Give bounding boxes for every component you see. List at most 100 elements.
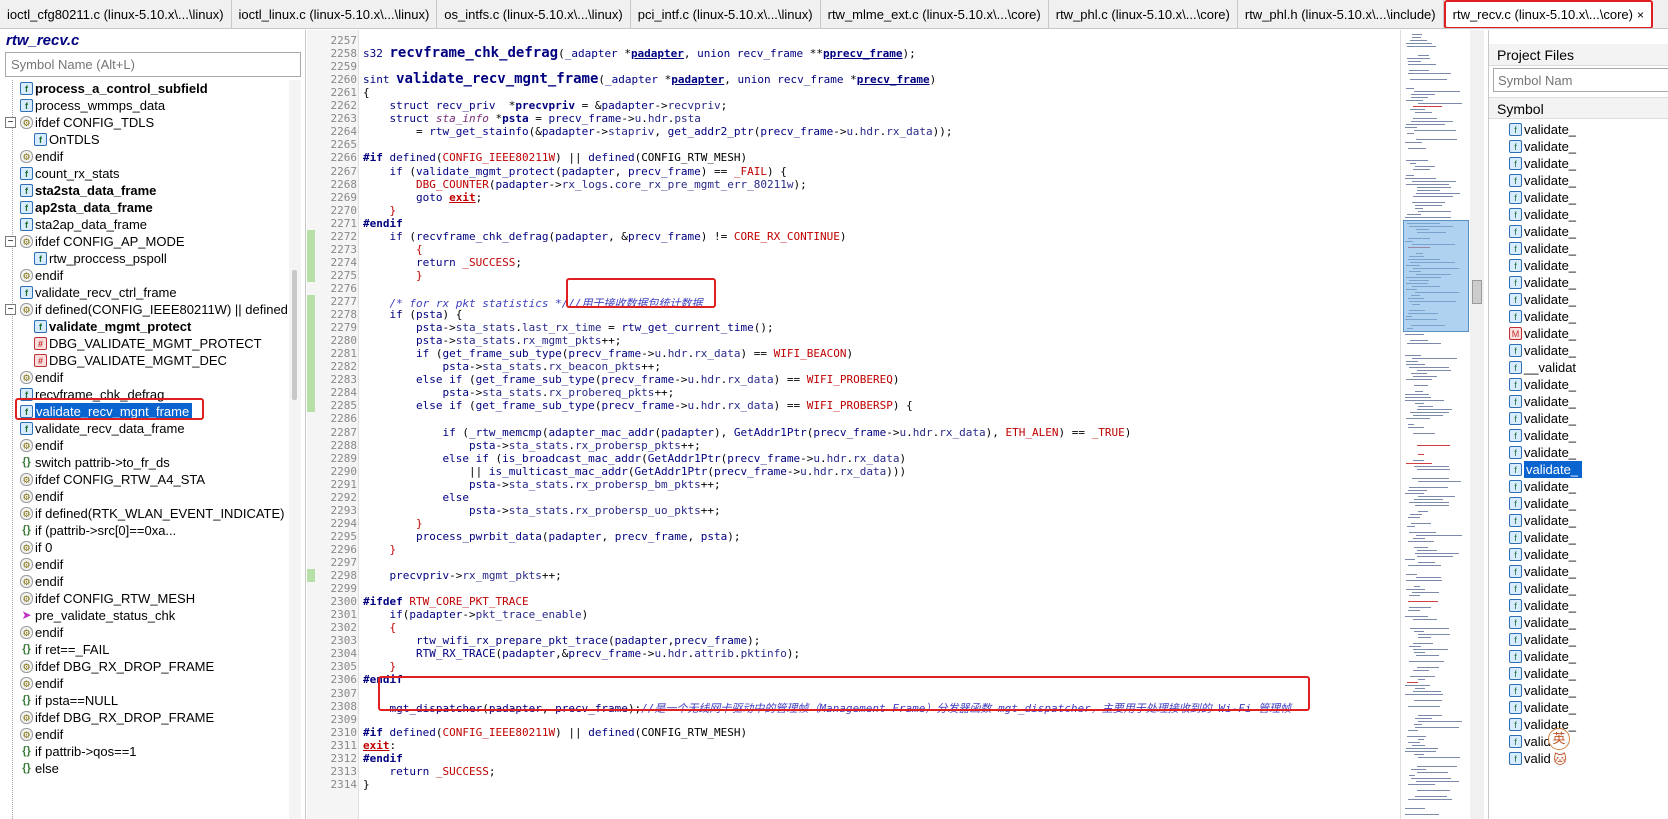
- symbol-item[interactable]: ⚙ endif: [0, 369, 288, 386]
- project-files-title[interactable]: Project Files: [1489, 44, 1668, 66]
- code-line[interactable]: }: [363, 660, 397, 673]
- symbol-search-input[interactable]: [5, 52, 301, 77]
- symbol-item[interactable]: {} if ret==_FAIL: [0, 641, 288, 658]
- project-symbol-item[interactable]: f validate_: [1489, 223, 1668, 240]
- project-symbol-item[interactable]: f valid: [1489, 750, 1668, 767]
- project-symbol-item[interactable]: f valid: [1489, 733, 1668, 750]
- minimap-scrollbar[interactable]: [1470, 30, 1484, 819]
- symbol-item[interactable]: ⚙if defined(RTK_WLAN_EVENT_INDICATE) && …: [0, 505, 288, 522]
- collapse-toggle-icon[interactable]: −: [5, 236, 16, 247]
- project-symbol-item[interactable]: f validate_: [1489, 699, 1668, 716]
- symbol-item[interactable]: f recvframe_chk_defrag: [0, 386, 288, 403]
- code-line[interactable]: goto exit;: [363, 191, 482, 204]
- code-line[interactable]: return _SUCCESS;: [363, 256, 522, 269]
- code-line[interactable]: else: [363, 491, 469, 504]
- code-line[interactable]: DBG_COUNTER(padapter->rx_logs.core_rx_pr…: [363, 178, 807, 191]
- code-line[interactable]: rtw_wifi_rx_prepare_pkt_trace(padapter,p…: [363, 634, 760, 647]
- symbol-item[interactable]: {} switch pattrib->to_fr_ds: [0, 454, 288, 471]
- tab-4[interactable]: rtw_mlme_ext.c (linux-5.10.x\...\core): [821, 0, 1049, 28]
- symbol-item[interactable]: ⚙ endif: [0, 488, 288, 505]
- symbol-item[interactable]: ⚙ endif: [0, 573, 288, 590]
- project-symbol-item[interactable]: f validate_: [1489, 342, 1668, 359]
- code-line[interactable]: mgt_dispatcher(padapter, precv_frame);//…: [363, 700, 1292, 716]
- symbol-item[interactable]: f validate_mgmt_protect: [0, 318, 288, 335]
- code-line[interactable]: psta->sta_stats.rx_mgmt_pkts++;: [363, 334, 621, 347]
- code-line[interactable]: precvpriv->rx_mgmt_pkts++;: [363, 569, 562, 582]
- symbol-item[interactable]: ⚙ if 0: [0, 539, 288, 556]
- code-line[interactable]: = rtw_get_stainfo(&padapter->stapriv, ge…: [363, 125, 953, 138]
- code-line[interactable]: if (get_frame_sub_type(precv_frame->u.hd…: [363, 347, 853, 360]
- symbol-item[interactable]: ⚙ endif: [0, 148, 288, 165]
- code-line[interactable]: psta->sta_stats.rx_probereq_pkts++;: [363, 386, 674, 399]
- project-symbol-item[interactable]: f validate_: [1489, 410, 1668, 427]
- project-symbol-item[interactable]: f validate_: [1489, 189, 1668, 206]
- code-line[interactable]: psta->sta_stats.rx_beacon_pkts++;: [363, 360, 661, 373]
- symbol-item[interactable]: f sta2ap_data_frame: [0, 216, 288, 233]
- symbol-item[interactable]: ⚙ endif: [0, 624, 288, 641]
- symbol-column-header[interactable]: Symbol: [1489, 97, 1668, 119]
- code-minimap[interactable]: [1400, 30, 1470, 819]
- symbol-item[interactable]: ⚙ ifdef DBG_RX_DROP_FRAME: [0, 709, 288, 726]
- symbol-item[interactable]: f process_a_control_subfield: [0, 80, 288, 97]
- symbol-item[interactable]: f validate_recv_ctrl_frame: [0, 284, 288, 301]
- project-symbol-item[interactable]: f validate_: [1489, 444, 1668, 461]
- close-icon[interactable]: ×: [1637, 8, 1644, 22]
- project-symbol-item[interactable]: f validate_: [1489, 427, 1668, 444]
- code-line[interactable]: return _SUCCESS;: [363, 765, 496, 778]
- code-line[interactable]: if (validate_mgmt_protect(padapter, prec…: [363, 165, 787, 178]
- symbol-item[interactable]: f count_rx_stats: [0, 165, 288, 182]
- symbol-item[interactable]: {} if (pattrib->src[0]==0xa...: [0, 522, 288, 539]
- code-line[interactable]: || is_multicast_mac_addr(GetAddr1Ptr(pre…: [363, 465, 906, 478]
- project-symbol-item[interactable]: f validate_: [1489, 665, 1668, 682]
- collapse-toggle-icon[interactable]: −: [5, 117, 16, 128]
- project-symbol-search-input[interactable]: [1493, 68, 1668, 92]
- code-editor[interactable]: 2257 2258 2259 2260 2261 2262 2263 2264 2265 2266…: [307, 30, 1400, 819]
- code-line[interactable]: struct sta_info *psta = precv_frame->u.h…: [363, 112, 701, 125]
- code-line[interactable]: }: [363, 204, 397, 217]
- symbol-item[interactable]: f rtw_proccess_pspoll: [0, 250, 288, 267]
- code-line[interactable]: else if (get_frame_sub_type(precv_frame-…: [363, 399, 913, 412]
- code-line[interactable]: {: [363, 621, 397, 634]
- project-symbol-item[interactable]: f validate_: [1489, 172, 1668, 189]
- project-symbol-item[interactable]: f validate_: [1489, 512, 1668, 529]
- project-symbol-item[interactable]: f validate_: [1489, 716, 1668, 733]
- code-line[interactable]: }: [363, 543, 397, 556]
- code-line[interactable]: #endif: [363, 673, 403, 686]
- symbol-item[interactable]: ➤ pre_validate_status_chk: [0, 607, 288, 624]
- code-line[interactable]: else if (is_broadcast_mac_addr(GetAddr1P…: [363, 452, 906, 465]
- project-symbol-item[interactable]: f validate_: [1489, 240, 1668, 257]
- code-line[interactable]: #if defined(CONFIG_IEEE80211W) || define…: [363, 151, 747, 164]
- code-line[interactable]: }: [363, 517, 423, 530]
- code-line[interactable]: #endif: [363, 752, 403, 765]
- project-symbol-item[interactable]: f __validat: [1489, 359, 1668, 376]
- code-line[interactable]: if (recvframe_chk_defrag(padapter, &prec…: [363, 230, 847, 243]
- code-line[interactable]: sint validate_recv_mgnt_frame(_adapter *…: [363, 71, 936, 87]
- project-symbol-item[interactable]: f validate_: [1489, 257, 1668, 274]
- symbol-item[interactable]: {} else: [0, 760, 288, 777]
- code-line[interactable]: process_pwrbit_data(padapter, precv_fram…: [363, 530, 741, 543]
- collapse-toggle-icon[interactable]: −: [5, 304, 16, 315]
- code-line[interactable]: {: [363, 86, 370, 99]
- symbol-item[interactable]: f validate_recv_data_frame: [0, 420, 288, 437]
- project-symbol-item[interactable]: f validate_: [1489, 631, 1668, 648]
- symbol-item[interactable]: # DBG_VALIDATE_MGMT_PROTECT: [0, 335, 288, 352]
- symbol-list-scrollbar[interactable]: [289, 80, 301, 819]
- code-line[interactable]: struct recv_priv *precvpriv = &padapter-…: [363, 99, 728, 112]
- symbol-item[interactable]: f ap2sta_data_frame: [0, 199, 288, 216]
- project-symbol-item[interactable]: f validate_: [1489, 206, 1668, 223]
- code-line[interactable]: #if defined(CONFIG_IEEE80211W) || define…: [363, 726, 747, 739]
- code-line[interactable]: }: [363, 269, 423, 282]
- project-symbol-item[interactable]: f validate_: [1489, 597, 1668, 614]
- project-symbol-item[interactable]: f validate_: [1489, 376, 1668, 393]
- project-symbol-item[interactable]: f validate_: [1489, 461, 1668, 478]
- ime-indicator-icon[interactable]: 英: [1548, 728, 1570, 750]
- project-symbol-item[interactable]: f validate_: [1489, 529, 1668, 546]
- symbol-item[interactable]: ⚙ endif: [0, 726, 288, 743]
- code-line[interactable]: s32 recvframe_chk_defrag(_adapter *padap…: [363, 45, 916, 61]
- code-line[interactable]: if (_rtw_memcmp(adapter_mac_addr(padapte…: [363, 426, 1131, 439]
- symbol-item[interactable]: f sta2sta_data_frame: [0, 182, 288, 199]
- symbol-item[interactable]: f process_wmmps_data: [0, 97, 288, 114]
- project-symbol-item[interactable]: f validate_: [1489, 291, 1668, 308]
- code-line[interactable]: if (psta) {: [363, 308, 463, 321]
- code-line[interactable]: psta->sta_stats.last_rx_time = rtw_get_c…: [363, 321, 774, 334]
